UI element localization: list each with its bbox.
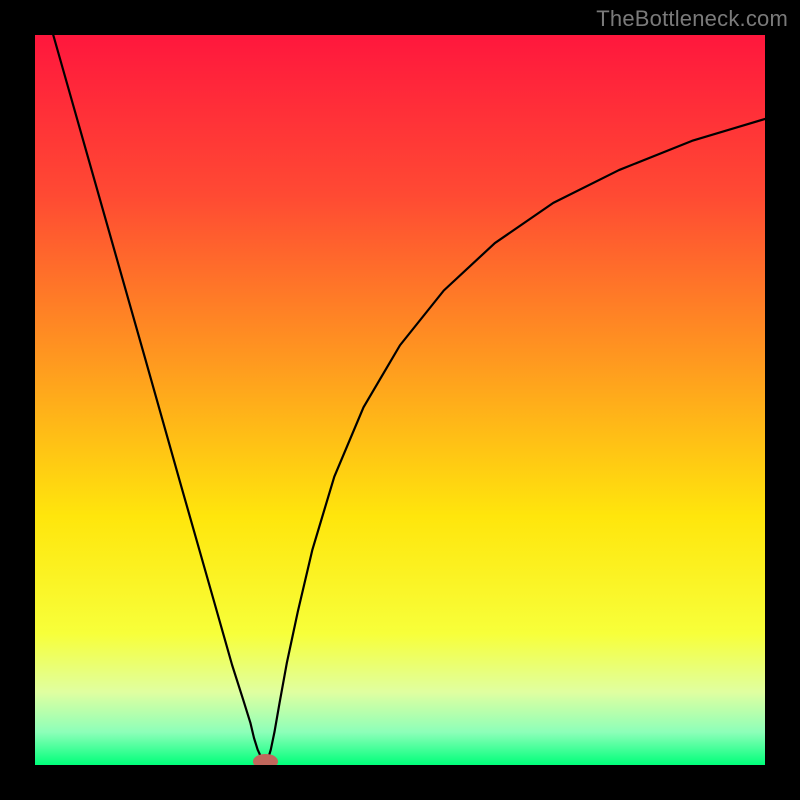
optimum-marker bbox=[253, 754, 278, 765]
gradient-background bbox=[35, 35, 765, 765]
chart-frame: TheBottleneck.com bbox=[0, 0, 800, 800]
plot-svg bbox=[35, 35, 765, 765]
watermark-text: TheBottleneck.com bbox=[596, 6, 788, 32]
plot-area bbox=[35, 35, 765, 765]
